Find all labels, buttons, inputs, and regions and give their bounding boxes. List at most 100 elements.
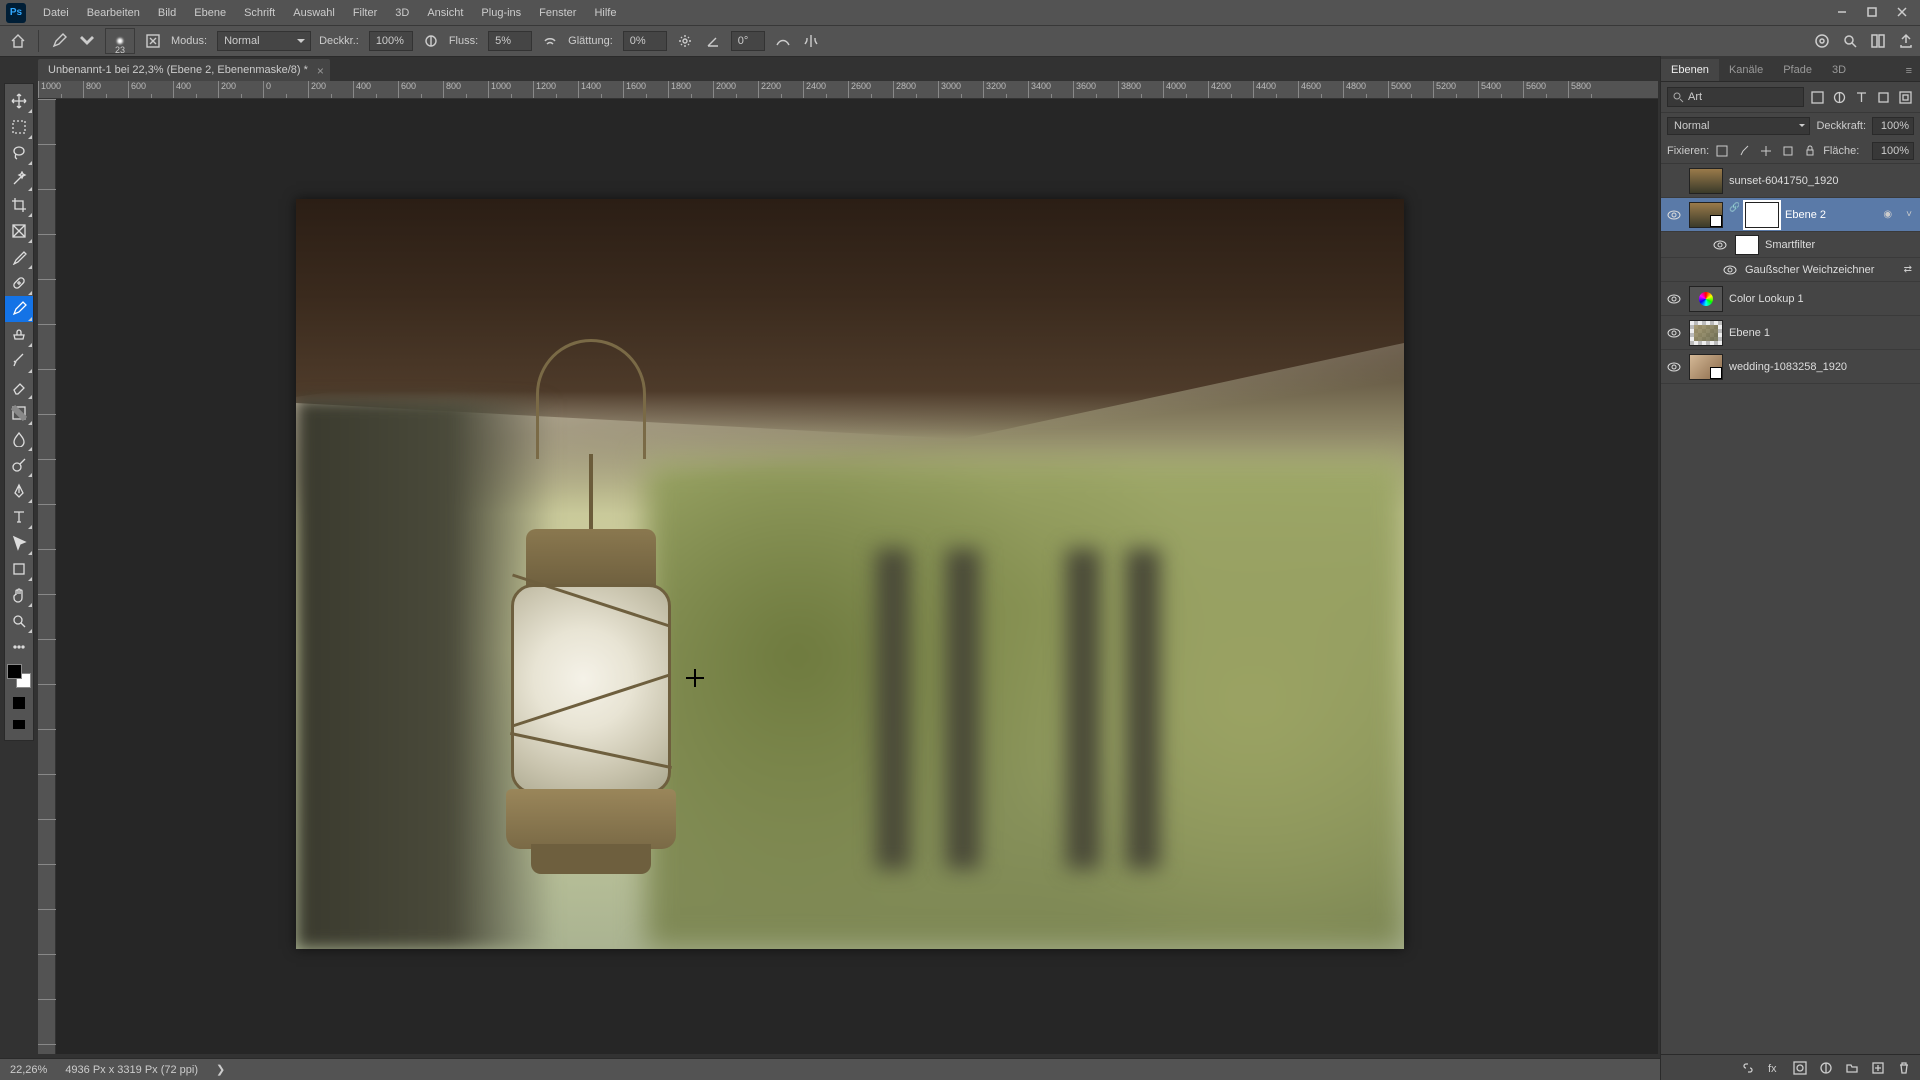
expand-icon[interactable]: ˅	[1902, 209, 1916, 220]
menu-filter[interactable]: Filter	[344, 3, 386, 23]
panel-menu-icon[interactable]: ≡	[1898, 61, 1920, 81]
gradient-tool[interactable]	[5, 400, 33, 426]
frame-tool[interactable]	[5, 218, 33, 244]
tab-ebenen[interactable]: Ebenen	[1661, 59, 1719, 81]
brush-tool[interactable]	[5, 296, 33, 322]
menu-bild[interactable]: Bild	[149, 3, 185, 23]
filter-mask-thumbnail[interactable]	[1735, 235, 1759, 255]
opacity-field[interactable]: 100%	[369, 31, 413, 51]
search-icon[interactable]	[1842, 33, 1858, 52]
new-group-icon[interactable]	[1842, 1058, 1862, 1078]
hand-tool[interactable]	[5, 582, 33, 608]
layer-opacity-field[interactable]: 100%	[1872, 117, 1914, 135]
visibility-toggle[interactable]	[1665, 206, 1683, 224]
symmetry-icon[interactable]	[801, 31, 821, 51]
edit-toolbar[interactable]	[5, 634, 33, 660]
menu-hilfe[interactable]: Hilfe	[585, 3, 625, 23]
layer-name[interactable]: Color Lookup 1	[1729, 293, 1916, 305]
layer-row[interactable]: 🔗 Ebene 2 ◉ ˅	[1661, 198, 1920, 232]
crop-tool[interactable]	[5, 192, 33, 218]
filter-adjust-icon[interactable]	[1830, 88, 1848, 106]
minimize-button[interactable]	[1828, 2, 1856, 22]
layer-name[interactable]: wedding-1083258_1920	[1729, 361, 1916, 373]
airbrush-icon[interactable]	[540, 31, 560, 51]
status-chevron-icon[interactable]: ❯	[216, 1063, 225, 1076]
lock-all-icon[interactable]	[1801, 142, 1819, 160]
visibility-toggle[interactable]	[1721, 261, 1739, 279]
visibility-toggle[interactable]	[1665, 172, 1683, 190]
delete-layer-icon[interactable]	[1894, 1058, 1914, 1078]
clone-stamp-tool[interactable]	[5, 322, 33, 348]
pen-tool[interactable]	[5, 478, 33, 504]
angle-field[interactable]: 0°	[731, 31, 765, 51]
menu-auswahl[interactable]: Auswahl	[284, 3, 344, 23]
quickmask-toggle[interactable]	[5, 692, 33, 714]
layer-name[interactable]: Gaußscher Weichzeichner	[1745, 264, 1894, 276]
menu-schrift[interactable]: Schrift	[235, 3, 284, 23]
menu-plugins[interactable]: Plug-ins	[472, 3, 530, 23]
pressure-size-icon[interactable]	[773, 31, 793, 51]
angle-icon[interactable]	[703, 31, 723, 51]
layer-name[interactable]: Ebene 2	[1785, 209, 1873, 221]
move-tool[interactable]	[5, 88, 33, 114]
fill-field[interactable]: 100%	[1872, 142, 1914, 160]
path-select-tool[interactable]	[5, 530, 33, 556]
close-button[interactable]	[1888, 2, 1916, 22]
share-icon[interactable]	[1898, 33, 1914, 52]
workspace-icon[interactable]	[1870, 33, 1886, 52]
add-mask-icon[interactable]	[1790, 1058, 1810, 1078]
cloud-docs-icon[interactable]	[1814, 33, 1830, 52]
new-adjustment-icon[interactable]	[1816, 1058, 1836, 1078]
smoothing-field[interactable]: 0%	[623, 31, 667, 51]
filter-entry-row[interactable]: Gaußscher Weichzeichner ⇄	[1661, 258, 1920, 282]
foreground-color-swatch[interactable]	[7, 664, 22, 679]
new-layer-icon[interactable]	[1868, 1058, 1888, 1078]
menu-3d[interactable]: 3D	[386, 3, 418, 23]
document-tab[interactable]: Unbenannt-1 bei 22,3% (Ebene 2, Ebenenma…	[38, 59, 330, 81]
screenmode-toggle[interactable]	[5, 714, 33, 736]
filter-options-icon[interactable]: ⇄	[1900, 264, 1916, 275]
menu-datei[interactable]: Datei	[34, 3, 78, 23]
brush-panel-toggle[interactable]	[143, 31, 163, 51]
link-layers-icon[interactable]	[1738, 1058, 1758, 1078]
canvas[interactable]	[296, 199, 1404, 949]
healing-tool[interactable]	[5, 270, 33, 296]
horizontal-ruler[interactable]: 1000800600400200020040060080010001200140…	[38, 81, 1658, 99]
lasso-tool[interactable]	[5, 140, 33, 166]
layer-blend-dropdown[interactable]: Normal	[1667, 117, 1810, 135]
menu-ebene[interactable]: Ebene	[185, 3, 235, 23]
filter-smart-icon[interactable]	[1896, 88, 1914, 106]
visibility-toggle[interactable]	[1665, 290, 1683, 308]
filter-pixel-icon[interactable]	[1808, 88, 1826, 106]
opacity-pressure-icon[interactable]	[421, 31, 441, 51]
document-info[interactable]: 4936 Px x 3319 Px (72 ppi)	[65, 1064, 198, 1076]
visibility-toggle[interactable]	[1711, 236, 1729, 254]
dodge-tool[interactable]	[5, 452, 33, 478]
layer-filter-field[interactable]: Art	[1667, 87, 1804, 107]
eyedropper-tool[interactable]	[5, 244, 33, 270]
tool-preset-dropdown[interactable]	[77, 31, 97, 51]
layer-fx-icon[interactable]: fx	[1764, 1058, 1784, 1078]
close-tab-icon[interactable]: ×	[317, 64, 324, 78]
tab-pfade[interactable]: Pfade	[1773, 59, 1822, 81]
menu-bearbeiten[interactable]: Bearbeiten	[78, 3, 149, 23]
history-brush-tool[interactable]	[5, 348, 33, 374]
flow-field[interactable]: 5%	[488, 31, 532, 51]
smoothing-options-icon[interactable]	[675, 31, 695, 51]
shape-tool[interactable]	[5, 556, 33, 582]
layer-thumbnail[interactable]	[1689, 168, 1723, 194]
filter-type-icon[interactable]	[1852, 88, 1870, 106]
layer-row[interactable]: wedding-1083258_1920	[1661, 350, 1920, 384]
layer-thumbnail[interactable]	[1689, 202, 1723, 228]
brush-tool-icon[interactable]	[49, 31, 69, 51]
eraser-tool[interactable]	[5, 374, 33, 400]
adjustment-thumbnail[interactable]	[1689, 286, 1723, 312]
lock-pixels-icon[interactable]	[1735, 142, 1753, 160]
filter-shape-icon[interactable]	[1874, 88, 1892, 106]
link-icon[interactable]: 🔗	[1729, 202, 1739, 228]
mask-thumbnail[interactable]	[1745, 202, 1779, 228]
smartfilter-row[interactable]: Smartfilter	[1661, 232, 1920, 258]
blur-tool[interactable]	[5, 426, 33, 452]
layer-row[interactable]: Color Lookup 1	[1661, 282, 1920, 316]
layer-name[interactable]: sunset-6041750_1920	[1729, 175, 1916, 187]
